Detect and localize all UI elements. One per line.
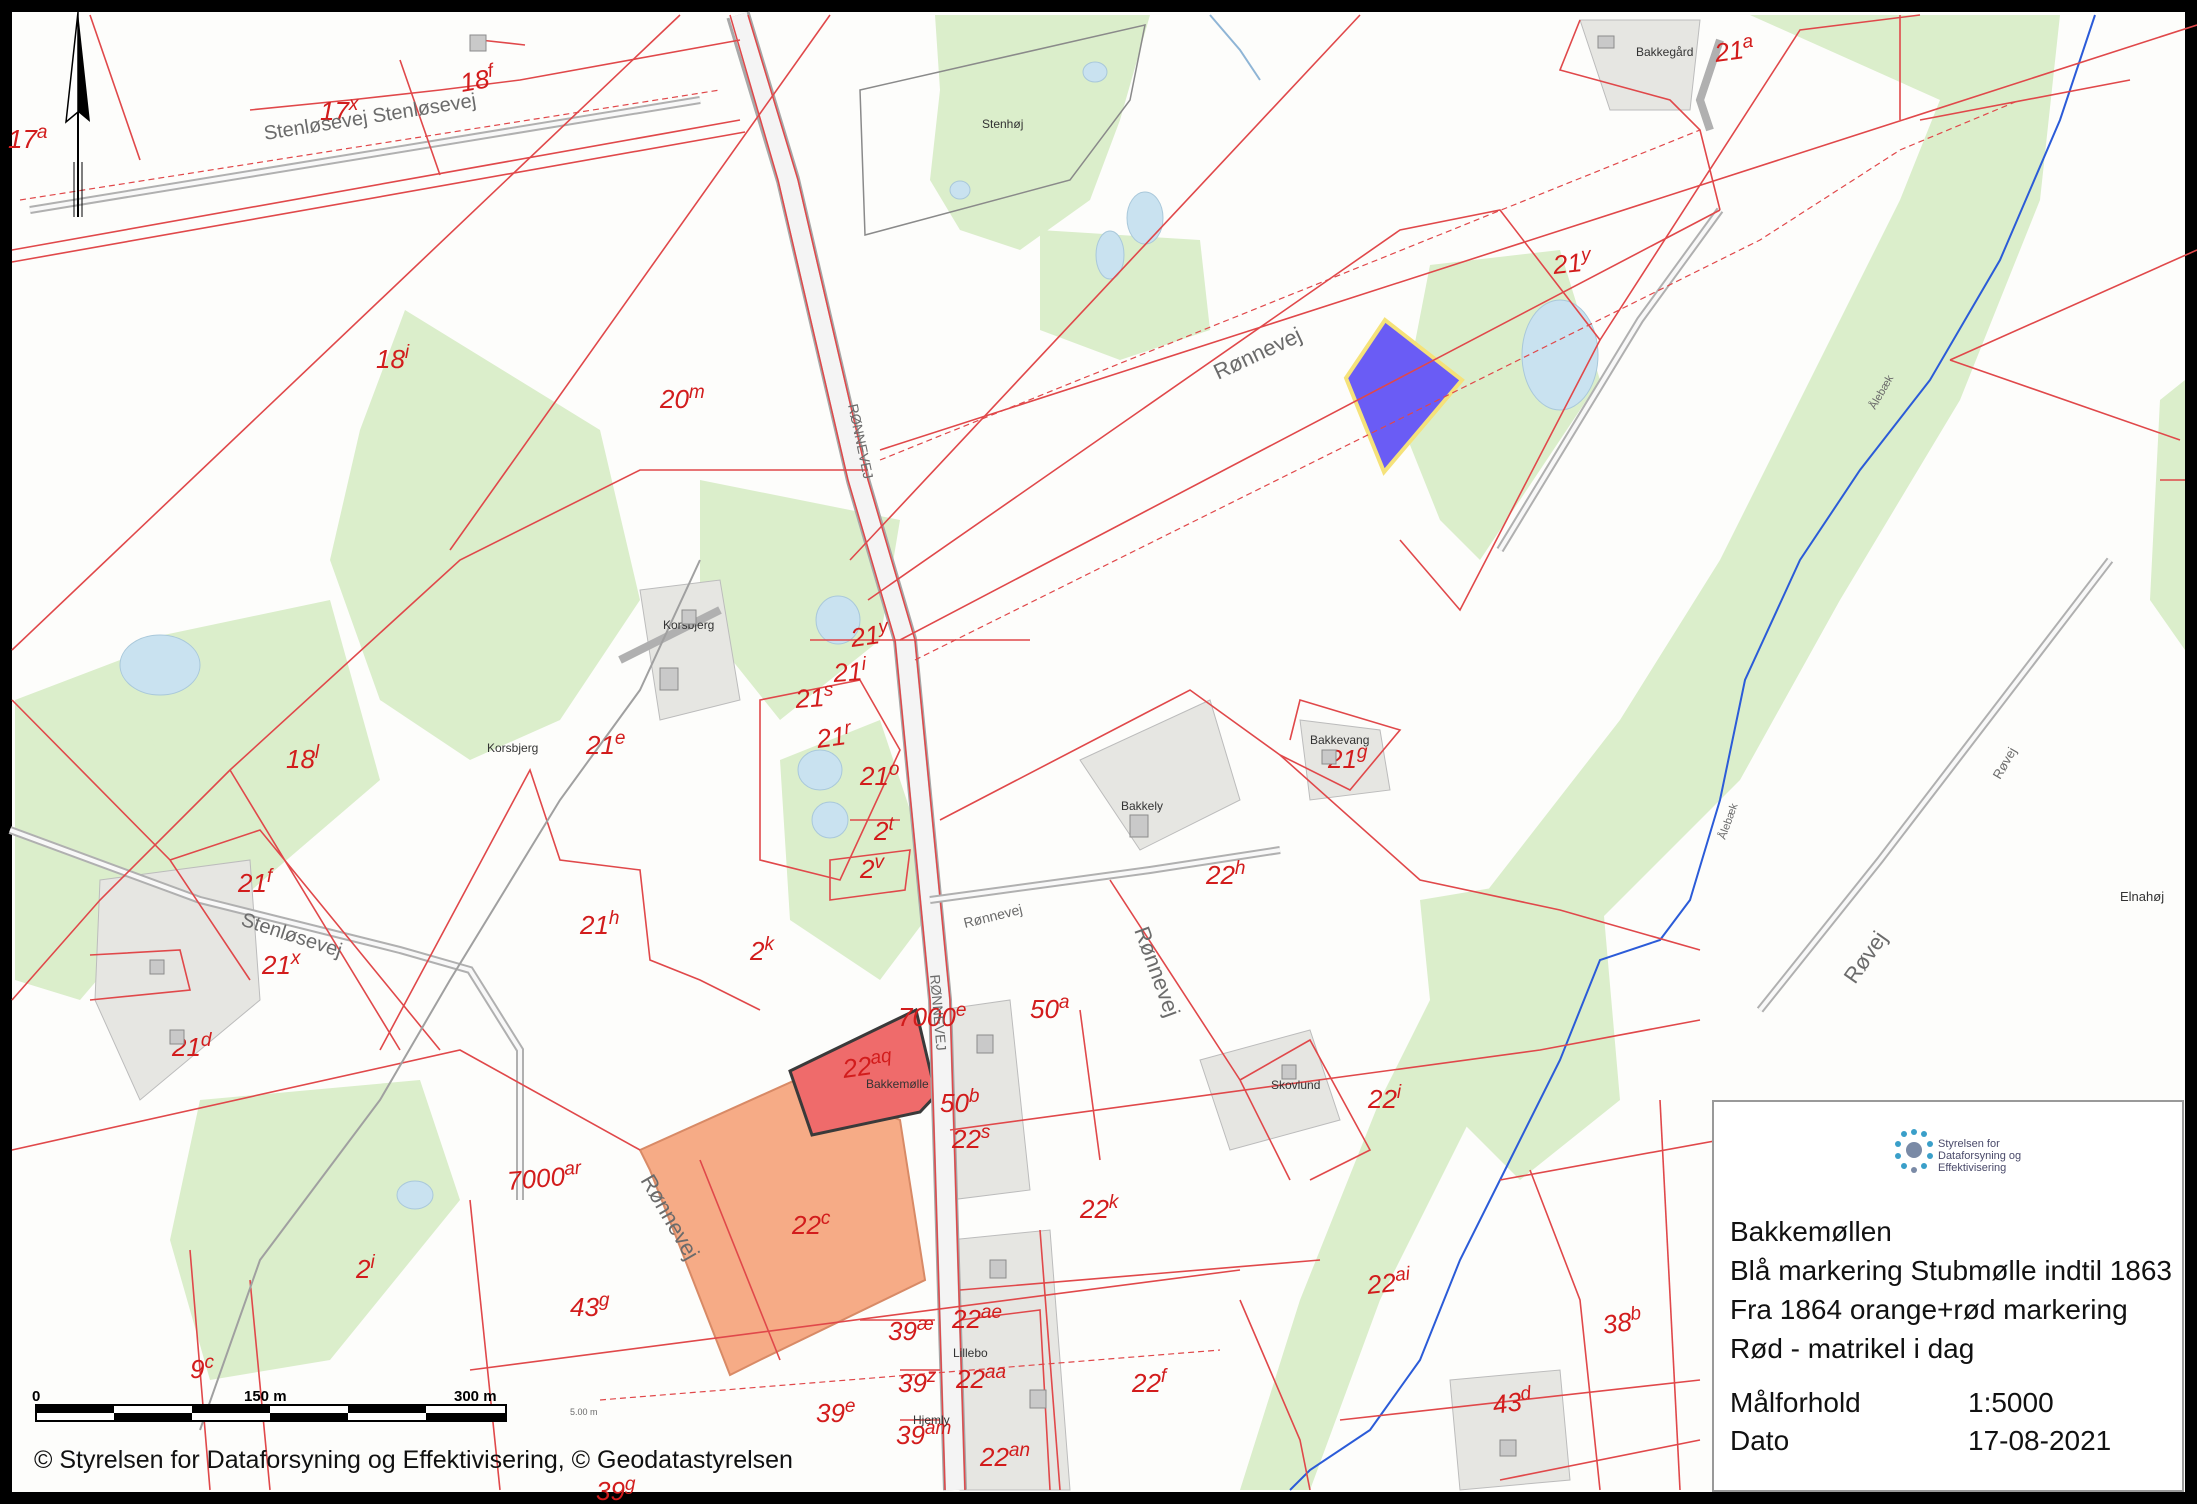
contour-label: 5.00 m	[570, 1407, 598, 1417]
parcel-label-21x: 21x	[261, 948, 302, 980]
legend-date-label: Dato	[1730, 1425, 1790, 1456]
road-label-ronnevej-small: Rønnevej	[962, 901, 1024, 931]
parcel-label-39ae: 39æ	[888, 1314, 934, 1346]
parcel-label-21s: 21s	[793, 679, 835, 714]
legend-line-red: Rød - matrikel i dag	[1730, 1333, 1975, 1364]
place-stenhoj: Stenhøj	[982, 117, 1023, 131]
parcel-label-21a: 21a	[1711, 31, 1756, 68]
parcel-label-39z: 39z	[898, 1366, 937, 1398]
parcel-label-50a: 50a	[1030, 992, 1070, 1024]
parcel-label-20m: 20m	[659, 382, 705, 414]
road-label-rovej-1: Røvej	[1839, 926, 1892, 987]
legend-title: Bakkemøllen	[1730, 1216, 1892, 1247]
legend-scale-label: Målforhold	[1730, 1387, 1861, 1418]
place-bakkemolle: Bakkemølle	[866, 1077, 929, 1091]
legend-scale-row: Målforhold 1:5000	[1730, 1384, 2170, 1422]
place-bakkevang: Bakkevang	[1310, 733, 1369, 747]
road-label-rovej-2: Røvej	[1990, 745, 2020, 782]
parcel-label-39e: 39e	[816, 1396, 856, 1428]
legend-date-value: 17-08-2021	[1968, 1425, 2112, 1456]
parcel-label-17a: 17a	[8, 122, 48, 154]
parcel-label-21i: 21i	[831, 654, 868, 688]
parcel-label-21h: 21h	[579, 908, 620, 940]
scale-bar: 0 150 m 300 m	[32, 1388, 507, 1422]
parcel-label-22ai: 22ai	[1364, 1263, 1413, 1300]
scale-mid-label: 150 m	[244, 1388, 287, 1405]
parcel-label-39g: 39g	[596, 1474, 636, 1504]
scale-end-label: 300 m	[454, 1388, 497, 1405]
place-skovlund: Skovlund	[1271, 1078, 1320, 1092]
place-bakkegard: Bakkegård	[1636, 45, 1693, 59]
parcel-label-38b: 38b	[1600, 1303, 1644, 1340]
parcel-label-21e: 21e	[585, 728, 626, 760]
parcel-label-43g: 43g	[570, 1290, 610, 1322]
parcel-label-21f: 21f	[237, 866, 274, 898]
place-bakkely: Bakkely	[1121, 799, 1163, 813]
place-hjemly: Hjemly	[913, 1413, 950, 1427]
north-arrow-icon	[65, 12, 90, 217]
place-elnahoj: Elnahøj	[2120, 889, 2164, 904]
parcel-label-22k: 22k	[1079, 1192, 1120, 1224]
parcel-label-22f: 22f	[1131, 1366, 1168, 1398]
parcel-label-21y_top: 21y	[1550, 244, 1594, 280]
parcel-label-18l: 18l	[286, 742, 320, 774]
parcel-label-2k: 2k	[749, 934, 775, 966]
legend-panel: Styrelsen for Dataforsyning og Effektivi…	[1712, 1100, 2184, 1492]
road-label-ronnevej-mid: Rønnevej	[1129, 923, 1185, 1020]
copyright-notice: © Styrelsen for Dataforsyning og Effekti…	[34, 1446, 793, 1474]
parcel-label-18i: 18i	[376, 342, 410, 374]
legend-date-row: Dato 17-08-2021	[1730, 1422, 2170, 1460]
legend-scale-value: 1:5000	[1968, 1387, 2054, 1418]
parcel-label-22h: 22h	[1205, 858, 1246, 890]
road-label-alebaek-2: Ålebæk	[1716, 801, 1741, 841]
agency-logo-text: Styrelsen for Dataforsyning og Effektivi…	[1938, 1138, 2022, 1174]
stream-minor	[1209, 14, 1261, 81]
place-korsbjerg-2: Korsbjerg	[487, 741, 538, 755]
legend-line-blue: Blå markering Stubmølle indtil 1863	[1730, 1255, 2172, 1286]
parcel-label-22i: 22i	[1367, 1082, 1402, 1114]
scale-zero-label: 0	[32, 1388, 40, 1405]
legend-line-orange: Fra 1864 orange+rød markering	[1730, 1294, 2128, 1325]
place-lillebo: Lillebo	[953, 1346, 988, 1360]
